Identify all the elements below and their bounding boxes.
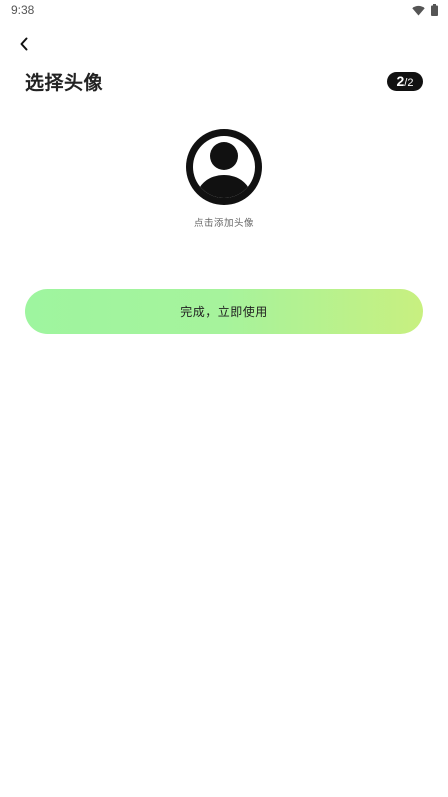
user-avatar-icon (186, 129, 262, 205)
avatar-picker[interactable] (186, 129, 262, 205)
step-current: 2 (396, 73, 405, 89)
status-bar: 9:38 (0, 0, 448, 22)
battery-icon (431, 4, 438, 16)
back-button[interactable] (14, 34, 34, 54)
step-badge: 2 /2 (387, 72, 423, 91)
complete-button[interactable]: 完成，立即使用 (25, 289, 423, 334)
avatar-hint: 点击添加头像 (193, 218, 254, 229)
status-time: 9:38 (11, 3, 35, 17)
wifi-icon (412, 5, 425, 15)
page-title: 选择头像 (25, 72, 104, 94)
chevron-left-icon (20, 37, 28, 51)
step-total: /2 (404, 77, 414, 89)
status-icons (412, 4, 438, 16)
